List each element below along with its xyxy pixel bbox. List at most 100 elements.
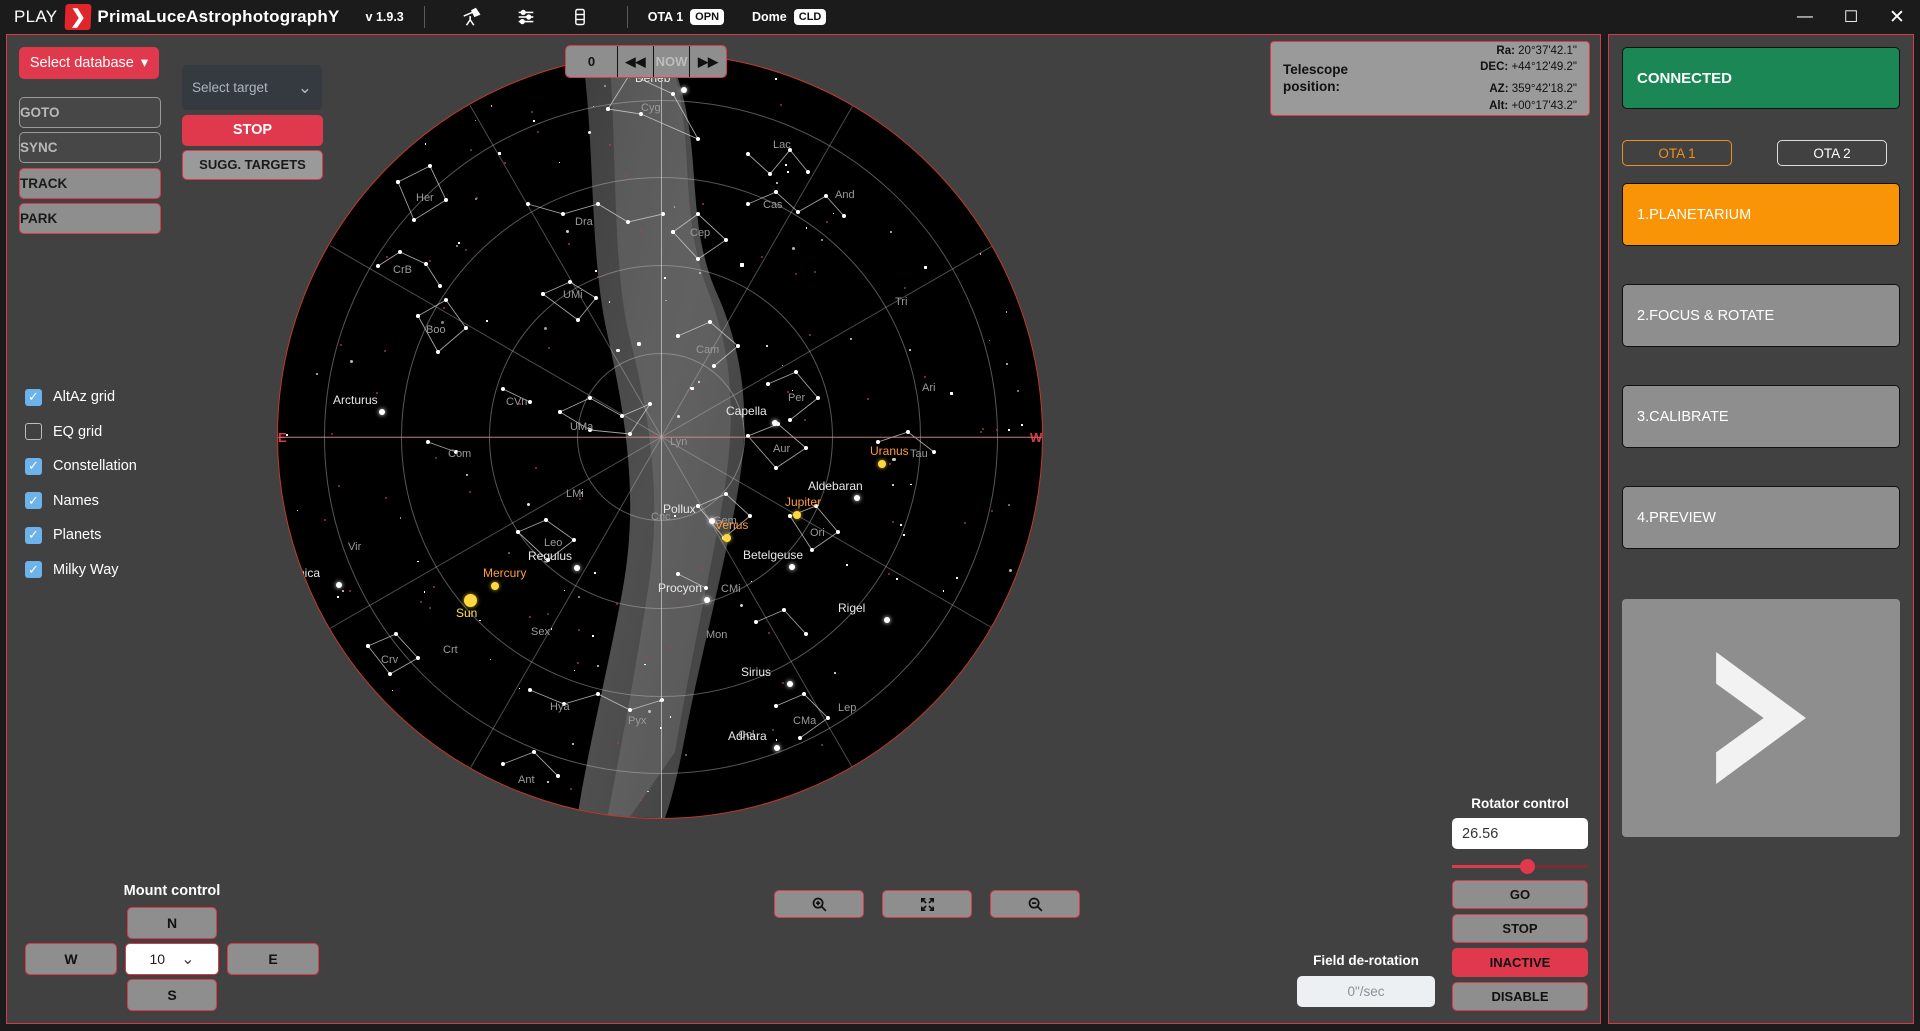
ota-status-chip[interactable]: OPN (690, 9, 725, 25)
checkbox-row-milky-way[interactable]: ✓ Milky Way (25, 553, 137, 588)
workflow-step-3[interactable]: 3.CALIBRATE (1622, 385, 1900, 448)
bright-star-marker[interactable] (704, 597, 710, 603)
rotator-slider-thumb[interactable] (1519, 859, 1535, 874)
bright-star-marker[interactable] (789, 564, 795, 570)
minimize-button[interactable]: — (1782, 0, 1828, 34)
deepsky-marker (888, 572, 891, 575)
zoom-in-button[interactable] (774, 890, 864, 918)
checkbox-row-names[interactable]: ✓ Names (25, 484, 137, 519)
star-point (647, 790, 649, 793)
deepsky-marker (639, 798, 642, 801)
star-point (849, 337, 852, 340)
rotator-value-input[interactable]: 26.56 (1452, 818, 1588, 849)
star-point (316, 372, 319, 375)
zoom-out-button[interactable] (990, 890, 1080, 918)
constellation-label: Tau (910, 448, 928, 460)
rotator-disable-button[interactable]: DISABLE (1452, 982, 1588, 1011)
star-point (457, 241, 460, 244)
star-point (603, 84, 606, 87)
bright-star-marker[interactable] (681, 87, 687, 93)
close-button[interactable]: ✕ (1874, 0, 1920, 34)
bright-star-marker[interactable] (854, 495, 860, 501)
checkbox-unchecked-icon[interactable] (25, 423, 42, 441)
rotator-slider[interactable] (1452, 858, 1588, 874)
goto-button[interactable]: GOTO (19, 97, 161, 128)
planet-label: Jupiter (785, 495, 822, 509)
preview-placeholder[interactable] (1622, 599, 1900, 837)
park-button[interactable]: PARK (19, 203, 161, 234)
time-control[interactable]: 0 ◀◀ NOW ▶▶ (565, 45, 727, 78)
mount-west-button[interactable]: W (25, 943, 117, 975)
rotator-go-button[interactable]: GO (1452, 880, 1588, 909)
mount-south-button[interactable]: S (127, 979, 217, 1011)
checkbox-checked-icon[interactable]: ✓ (25, 457, 42, 475)
sliders-icon[interactable] (513, 4, 539, 30)
workflow-step-4[interactable]: 4.PREVIEW (1622, 486, 1900, 549)
bright-star-marker[interactable] (336, 582, 342, 588)
planetarium-view[interactable]: Cyg Lac Cas And Her Dra Cep CrB UMi Boo Cam Per Tri A… (269, 45, 1299, 918)
mount-east-button[interactable]: E (227, 943, 319, 975)
bright-star-marker[interactable] (574, 565, 580, 571)
bright-star-marker[interactable] (787, 681, 793, 687)
select-database-dropdown[interactable]: Select database ▾ (19, 47, 159, 79)
time-now-button[interactable]: NOW (654, 46, 690, 77)
chevron-down-icon: ▾ (140, 55, 149, 71)
deepsky-marker (534, 466, 537, 469)
dome-status-chip[interactable]: CLD (793, 9, 827, 25)
star-point (834, 672, 836, 674)
deepsky-marker (891, 521, 894, 523)
checkbox-checked-icon[interactable]: ✓ (25, 388, 42, 406)
checkbox-checked-icon[interactable]: ✓ (25, 492, 42, 510)
constellation-label: CVn (506, 396, 528, 408)
rotator-stop-button[interactable]: STOP (1452, 914, 1588, 943)
sky-chart[interactable]: Cyg Lac Cas And Her Dra Cep CrB UMi Boo Cam Per Tri A… (277, 53, 1043, 819)
fit-screen-button[interactable] (882, 890, 972, 918)
planet-marker[interactable] (723, 534, 731, 542)
deepsky-marker (443, 306, 446, 309)
play-label: PLAY (14, 7, 58, 26)
checkbox-row-constellation[interactable]: ✓ Constellation (25, 449, 137, 484)
checkbox-row-planets[interactable]: ✓ Planets (25, 518, 137, 553)
rotator-inactive-status[interactable]: INACTIVE (1452, 948, 1588, 977)
checkbox-row-eq-grid[interactable]: EQ grid (25, 415, 137, 450)
sync-button[interactable]: SYNC (19, 132, 161, 163)
star-point (417, 560, 419, 562)
telescope-icon[interactable] (459, 4, 485, 30)
constellation-label: Ari (922, 382, 936, 394)
maximize-button[interactable]: ☐ (1828, 0, 1874, 34)
checkbox-checked-icon[interactable]: ✓ (25, 526, 42, 544)
bright-star-marker[interactable] (884, 617, 890, 623)
ota-2-tab[interactable]: OTA 2 (1777, 140, 1887, 166)
connection-status-badge[interactable]: CONNECTED (1622, 47, 1900, 109)
star-point (942, 590, 944, 592)
ota-1-tab[interactable]: OTA 1 (1622, 140, 1732, 166)
planet-marker[interactable] (793, 511, 801, 519)
mount-speed-select[interactable]: 10 ⌄ (125, 943, 219, 975)
deepsky-marker (576, 661, 579, 664)
constellation-label: Cyg (641, 102, 661, 114)
deepsky-marker (644, 655, 647, 658)
bright-star-marker[interactable] (772, 420, 778, 426)
bright-star-marker[interactable] (774, 745, 780, 751)
device-icon[interactable] (567, 4, 593, 30)
star-label: Regulus (528, 549, 573, 563)
bright-star-marker[interactable] (379, 409, 385, 415)
checkbox-row-altaz-grid[interactable]: ✓ AltAz grid (25, 380, 137, 415)
time-rewind-button[interactable]: ◀◀ (618, 46, 654, 77)
checkbox-checked-icon[interactable]: ✓ (25, 561, 42, 579)
mount-north-button[interactable]: N (127, 907, 217, 939)
workflow-step-2[interactable]: 2.FOCUS & ROTATE (1622, 284, 1900, 347)
star-label: Procyon (658, 581, 703, 595)
planet-marker[interactable] (491, 582, 499, 590)
planet-marker[interactable] (878, 460, 886, 468)
time-forward-button[interactable]: ▶▶ (690, 46, 726, 77)
track-button[interactable]: TRACK (19, 168, 161, 199)
horizon-line (278, 437, 1042, 438)
deepsky-marker (324, 519, 327, 522)
workflow-step-1[interactable]: 1.PLANETARIUM (1622, 183, 1900, 246)
deepsky-marker (547, 346, 550, 349)
star-point (592, 105, 595, 107)
checkbox-label: Milky Way (53, 561, 119, 578)
deepsky-marker (383, 350, 386, 353)
time-offset-value[interactable]: 0 (566, 46, 618, 77)
